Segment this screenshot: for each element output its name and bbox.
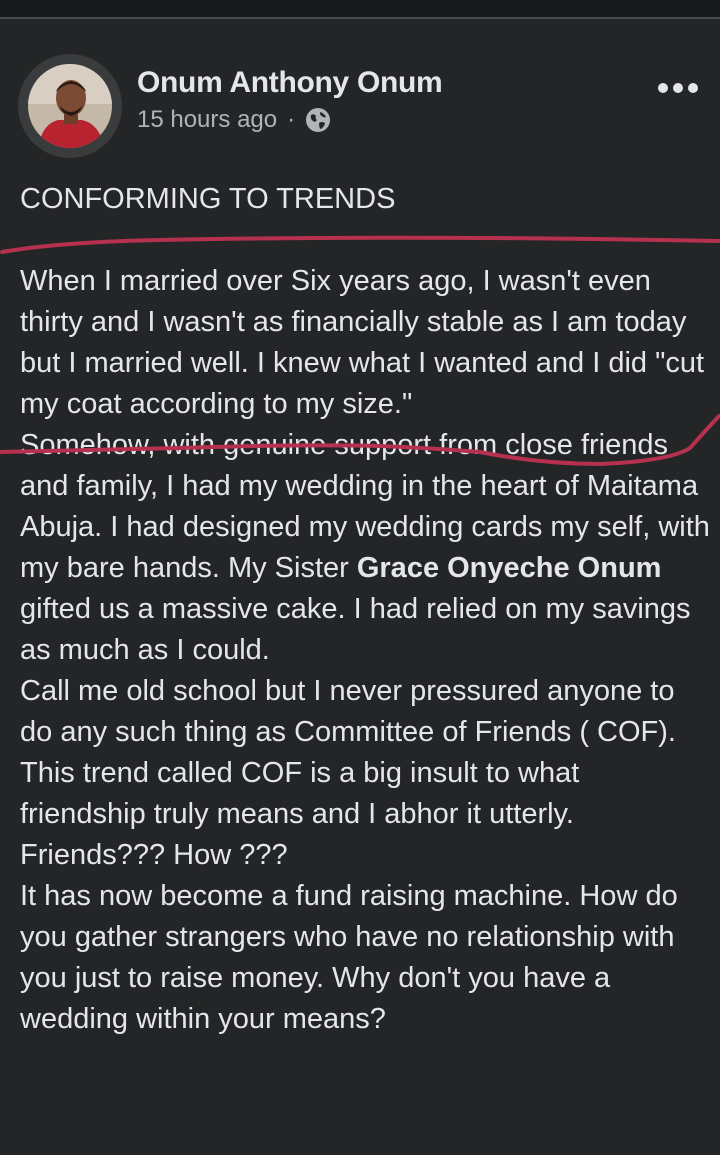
post-card: Onum Anthony Onum 15 hours ago · CONFORM… bbox=[0, 36, 720, 1155]
paragraph-4: It has now become a fund raising machine… bbox=[20, 880, 678, 1035]
post-meta: 15 hours ago · bbox=[137, 106, 331, 134]
paragraph-1: When I married over Six years ago, I was… bbox=[20, 265, 705, 420]
globe-icon[interactable] bbox=[305, 107, 331, 133]
post-title: CONFORMING TO TRENDS bbox=[20, 183, 396, 215]
top-bar bbox=[0, 0, 720, 18]
author-name[interactable]: Onum Anthony Onum bbox=[137, 66, 443, 100]
meta-separator: · bbox=[287, 106, 296, 133]
post-body: When I married over Six years ago, I was… bbox=[20, 261, 710, 1040]
paragraph-2-end: gifted us a massive cake. I had relied o… bbox=[20, 593, 691, 666]
paragraph-3: Call me old school but I never pressured… bbox=[20, 675, 676, 871]
more-options-icon[interactable] bbox=[658, 80, 698, 96]
more-dot bbox=[658, 83, 668, 93]
paragraph-2: Somehow, with genuine support from close… bbox=[20, 425, 710, 671]
top-divider bbox=[0, 17, 720, 19]
mention-link[interactable]: Grace Onyeche Onum bbox=[357, 552, 662, 584]
post-timestamp[interactable]: 15 hours ago bbox=[137, 106, 277, 134]
avatar[interactable] bbox=[28, 64, 112, 148]
more-dot bbox=[688, 83, 698, 93]
avatar-ring bbox=[18, 54, 122, 158]
more-dot bbox=[673, 83, 683, 93]
